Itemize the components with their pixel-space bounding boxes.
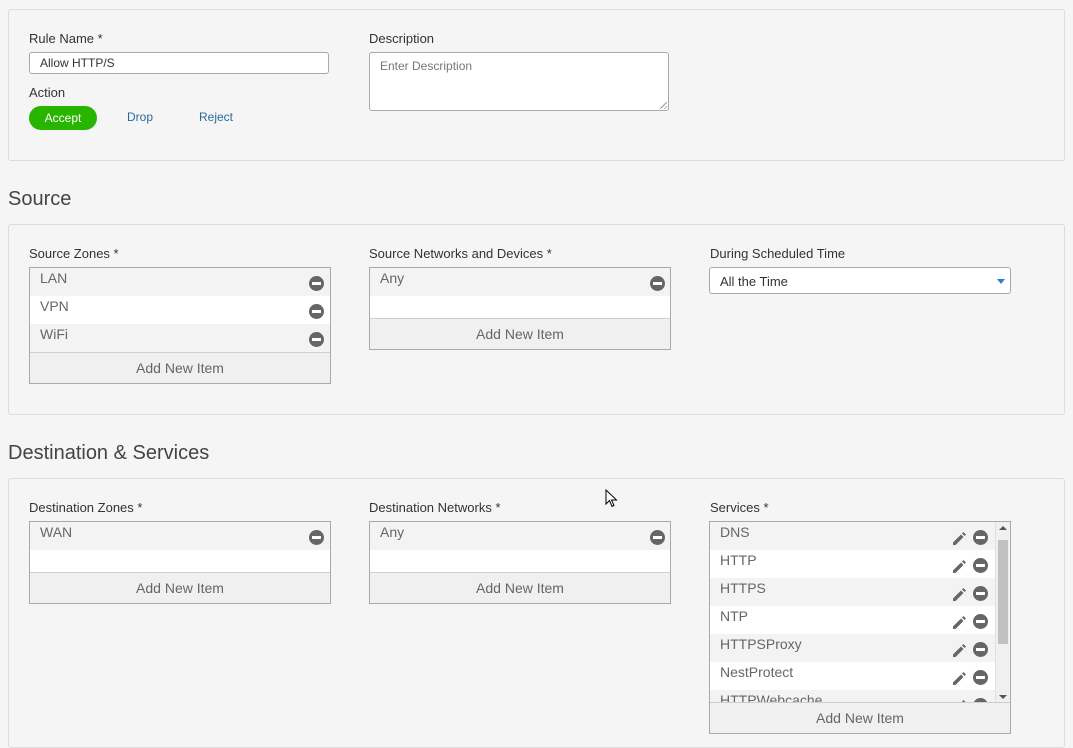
- pencil-icon[interactable]: [951, 558, 967, 574]
- remove-icon[interactable]: [973, 670, 988, 685]
- list-item[interactable]: HTTP: [710, 550, 996, 578]
- caret-down-icon[interactable]: [997, 279, 1005, 284]
- schedule-select[interactable]: All the Time: [709, 267, 1011, 294]
- pencil-icon[interactable]: [951, 586, 967, 602]
- source-zones-list: LAN VPN WiFi Add New Item: [29, 267, 331, 384]
- remove-icon[interactable]: [309, 332, 324, 347]
- list-item[interactable]: WAN: [30, 522, 330, 550]
- list-item[interactable]: NTP: [710, 606, 996, 634]
- list-item-label: WiFi: [40, 326, 68, 342]
- scroll-thumb[interactable]: [998, 540, 1008, 644]
- add-new-item-button[interactable]: Add New Item: [370, 318, 670, 349]
- list-item[interactable]: LAN: [30, 268, 330, 296]
- services-list: DNS HTTP HTTPS NTP HTTPSProxy NestProtec…: [709, 521, 1011, 734]
- description-label: Description: [369, 31, 435, 46]
- list-item-label: VPN: [40, 298, 69, 314]
- pencil-icon[interactable]: [951, 670, 967, 686]
- list-item-label: HTTP: [720, 552, 757, 568]
- destination-section-title: Destination & Services: [8, 442, 210, 464]
- list-item-label: NestProtect: [720, 664, 794, 680]
- source-networks-list: Any Add New Item: [369, 267, 671, 350]
- remove-icon[interactable]: [973, 586, 988, 601]
- list-item-label: NTP: [720, 608, 748, 624]
- accept-button[interactable]: Accept: [29, 106, 97, 130]
- rule-name-input[interactable]: [29, 52, 329, 74]
- source-zones-label: Source Zones *: [29, 246, 119, 261]
- pencil-icon[interactable]: [951, 530, 967, 546]
- source-networks-label: Source Networks and Devices *: [369, 246, 552, 261]
- remove-icon[interactable]: [973, 530, 988, 545]
- list-item[interactable]: HTTPS: [710, 578, 996, 606]
- remove-icon[interactable]: [309, 304, 324, 319]
- list-item[interactable]: NestProtect: [710, 662, 996, 690]
- action-label: Action: [29, 85, 66, 100]
- list-item-label: DNS: [720, 524, 750, 540]
- remove-icon[interactable]: [309, 530, 324, 545]
- destination-zones-label: Destination Zones *: [29, 500, 143, 515]
- list-item[interactable]: Any: [370, 522, 670, 550]
- remove-icon[interactable]: [973, 614, 988, 629]
- destination-zones-list: WAN Add New Item: [29, 521, 331, 604]
- add-new-item-button[interactable]: Add New Item: [710, 702, 1010, 733]
- mouse-cursor-icon: [605, 489, 618, 508]
- remove-icon[interactable]: [650, 530, 665, 545]
- reject-button[interactable]: Reject: [199, 105, 233, 129]
- list-item-label: LAN: [40, 270, 68, 286]
- list-item[interactable]: VPN: [30, 296, 330, 324]
- description-textarea[interactable]: [369, 52, 669, 111]
- list-item-label: Any: [380, 270, 405, 286]
- source-section-title: Source: [8, 188, 72, 210]
- list-item[interactable]: DNS: [710, 522, 996, 550]
- drop-button[interactable]: Drop: [127, 105, 153, 129]
- scroll-up-icon[interactable]: [999, 526, 1007, 530]
- list-item[interactable]: HTTPSProxy: [710, 634, 996, 662]
- add-new-item-button[interactable]: Add New Item: [30, 352, 330, 383]
- scroll-down-icon[interactable]: [999, 695, 1007, 699]
- list-item-label: HTTPS: [720, 580, 766, 596]
- destination-networks-list: Any Add New Item: [369, 521, 671, 604]
- add-new-item-button[interactable]: Add New Item: [370, 572, 670, 603]
- list-item[interactable]: WiFi: [30, 324, 330, 352]
- remove-icon[interactable]: [650, 276, 665, 291]
- remove-icon[interactable]: [973, 558, 988, 573]
- list-item-label: WAN: [40, 524, 73, 540]
- schedule-value: All the Time: [720, 274, 788, 289]
- pencil-icon[interactable]: [951, 614, 967, 630]
- add-new-item-button[interactable]: Add New Item: [30, 572, 330, 603]
- list-item[interactable]: Any: [370, 268, 670, 296]
- rule-name-label: Rule Name *: [29, 31, 103, 46]
- pencil-icon[interactable]: [951, 642, 967, 658]
- destination-networks-label: Destination Networks *: [369, 500, 501, 515]
- list-item-label: HTTPSProxy: [720, 636, 802, 652]
- list-item-label: Any: [380, 524, 405, 540]
- schedule-label: During Scheduled Time: [710, 246, 846, 261]
- remove-icon[interactable]: [973, 642, 988, 657]
- services-scrollbar[interactable]: [995, 522, 1010, 703]
- services-label: Services *: [710, 500, 769, 515]
- remove-icon[interactable]: [309, 276, 324, 291]
